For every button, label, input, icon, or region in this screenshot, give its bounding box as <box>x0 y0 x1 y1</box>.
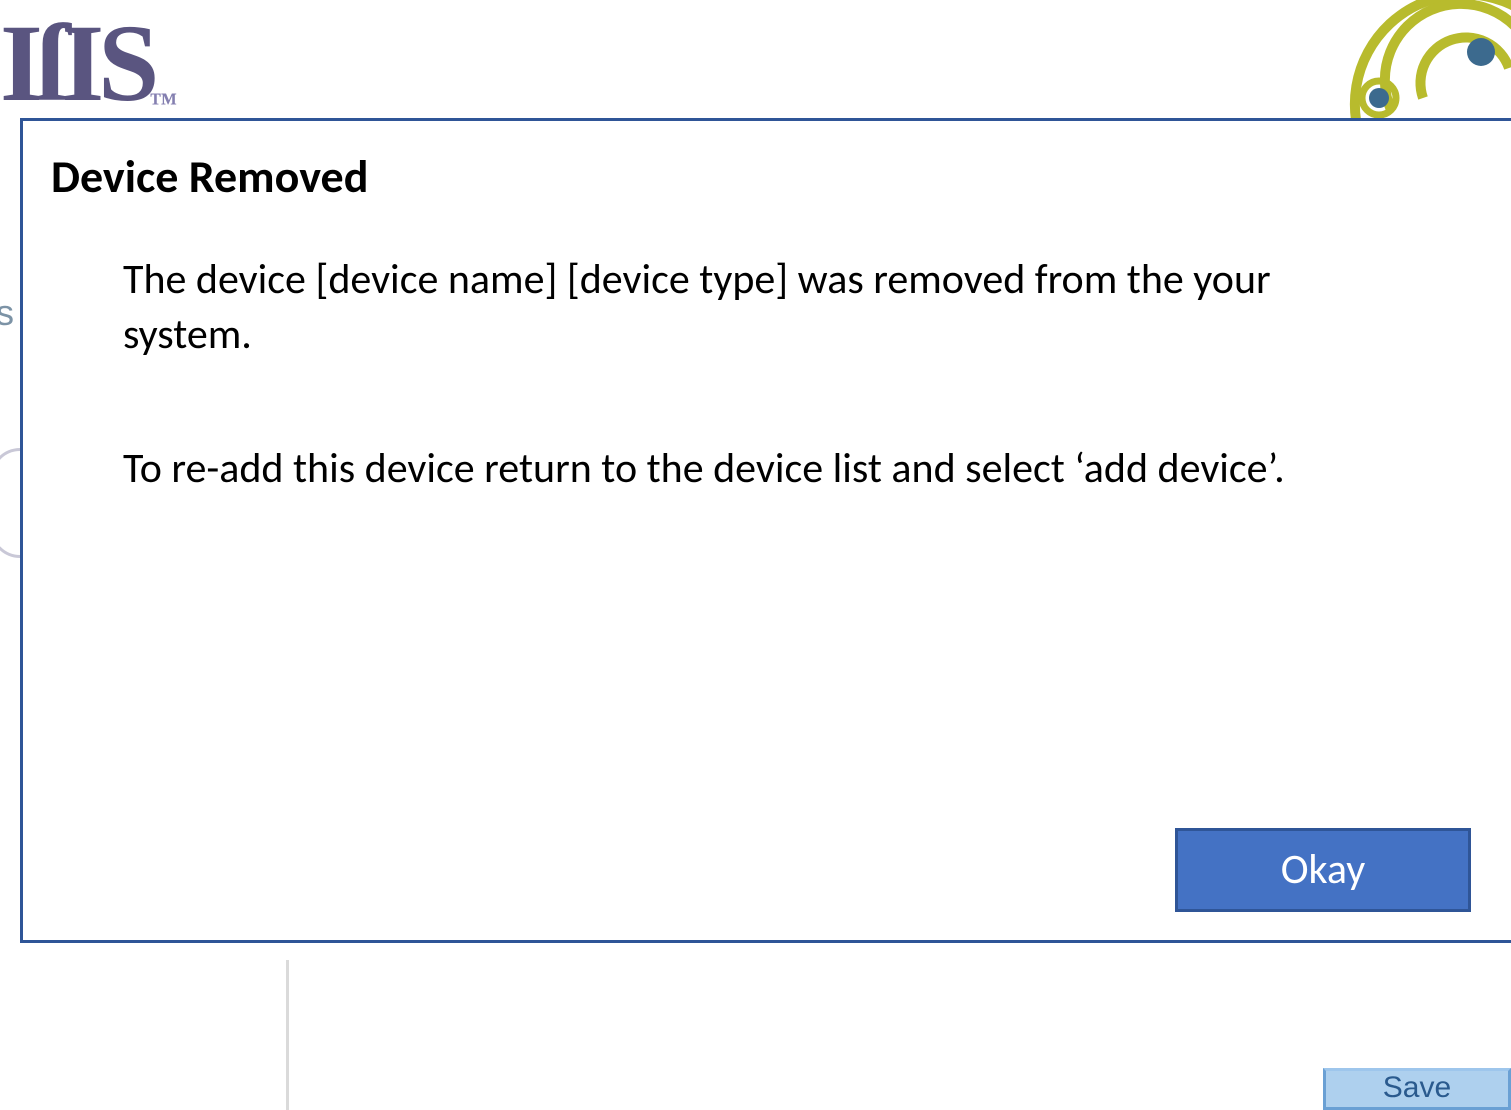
iris-logo: IſIS™ <box>0 8 171 118</box>
dialog-body: The device [device name] [device type] w… <box>51 253 1483 497</box>
background-divider <box>286 960 289 1110</box>
device-removed-dialog: Device Removed The device [device name] … <box>20 118 1511 943</box>
dialog-title: Device Removed <box>51 149 1483 205</box>
save-button-background: Save <box>1323 1068 1511 1110</box>
background-letter: s <box>0 292 14 334</box>
dialog-paragraph-2: To re-add this device return to the devi… <box>123 442 1363 497</box>
dialog-paragraph-1: The device [device name] [device type] w… <box>123 253 1363 362</box>
iris-logo-tm: ™ <box>149 88 171 119</box>
iris-logo-text: IſIS <box>0 2 153 124</box>
background-curve <box>0 448 20 558</box>
okay-button[interactable]: Okay <box>1175 828 1471 912</box>
